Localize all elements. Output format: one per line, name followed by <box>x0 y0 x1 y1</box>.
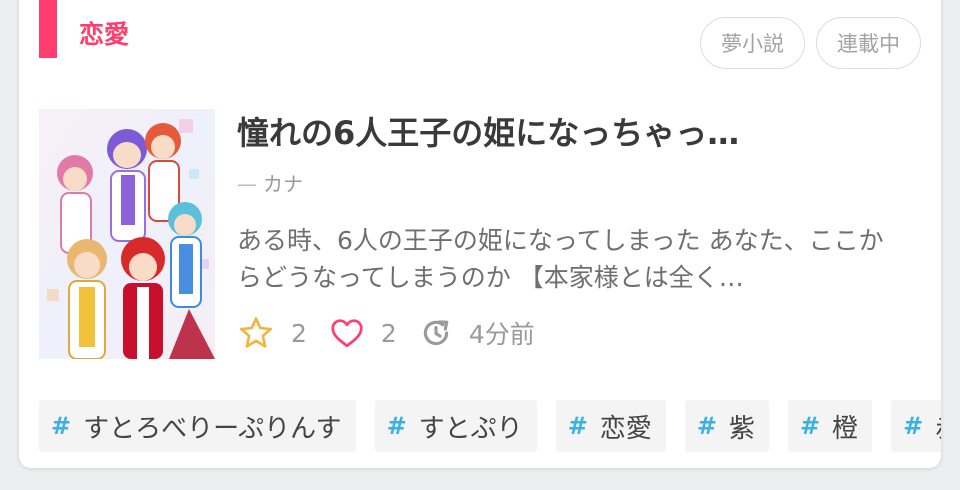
tag-label: 赤 <box>935 408 941 445</box>
hash-icon: # <box>903 412 924 440</box>
pill-serializing: 連載中 <box>816 17 921 69</box>
tag-item[interactable]: # すとろべりーぷりんす <box>39 400 356 452</box>
star-icon <box>239 317 273 348</box>
author-line[interactable]: — カナ <box>237 170 303 198</box>
author-name[interactable]: カナ <box>263 172 303 196</box>
cover-illustration <box>39 109 215 359</box>
tag-label: 恋愛 <box>599 413 652 444</box>
tag-item[interactable]: # 橙 <box>787 400 873 452</box>
tag-item[interactable]: # 恋愛 <box>555 400 666 452</box>
tag-label: 橙 <box>832 413 859 444</box>
star-count: 2 <box>291 318 307 348</box>
tag-item[interactable]: # 紫 <box>684 400 769 452</box>
tag-item[interactable]: #赤 <box>891 400 941 452</box>
tag-label: すとろべりーぷりんす <box>83 413 342 444</box>
like-stat: 2 <box>329 315 397 351</box>
hash-icon: # <box>799 412 821 440</box>
tag-label: すとぷり <box>418 413 523 444</box>
like-count: 2 <box>380 318 397 348</box>
hash-icon: # <box>386 412 407 440</box>
hash-icon: # <box>696 412 717 440</box>
tag-label: 紫 <box>728 413 755 444</box>
cover-image[interactable] <box>39 109 215 359</box>
tag-list: #すとろべりーぷりんす #すとぷり #恋愛 #紫 #橙 #赤 <box>39 400 941 452</box>
history-icon <box>423 320 449 346</box>
status-pills: 夢小説 連載中 <box>700 17 921 69</box>
heart-icon <box>331 319 363 348</box>
updated-time: 4分前 <box>468 320 535 349</box>
hash-icon: # <box>51 412 72 440</box>
hash-icon: # <box>567 412 588 440</box>
genre-label: 恋愛 <box>79 20 130 49</box>
stats-row: 2 2 4分前 <box>237 314 557 352</box>
updated-stat: 4分前 <box>419 315 535 351</box>
pill-dream-novel: 夢小説 <box>700 17 805 69</box>
tag-item[interactable]: # すとぷり <box>374 400 537 452</box>
author-dash: — <box>237 172 257 196</box>
synopsis: ある時、6人の王子の姫になってしまった あなた、ここからどうなってしまうのか 【… <box>237 226 884 292</box>
genre-accent-bar <box>39 0 57 58</box>
novel-card[interactable]: 恋愛 夢小説 連載中 憧れの6人王子の姫になっちゃっ… — カナ ある時、6人の… <box>19 0 941 468</box>
star-stat: 2 <box>237 314 307 352</box>
novel-title[interactable]: 憧れの6人王子の姫になっちゃっ… <box>237 112 877 154</box>
